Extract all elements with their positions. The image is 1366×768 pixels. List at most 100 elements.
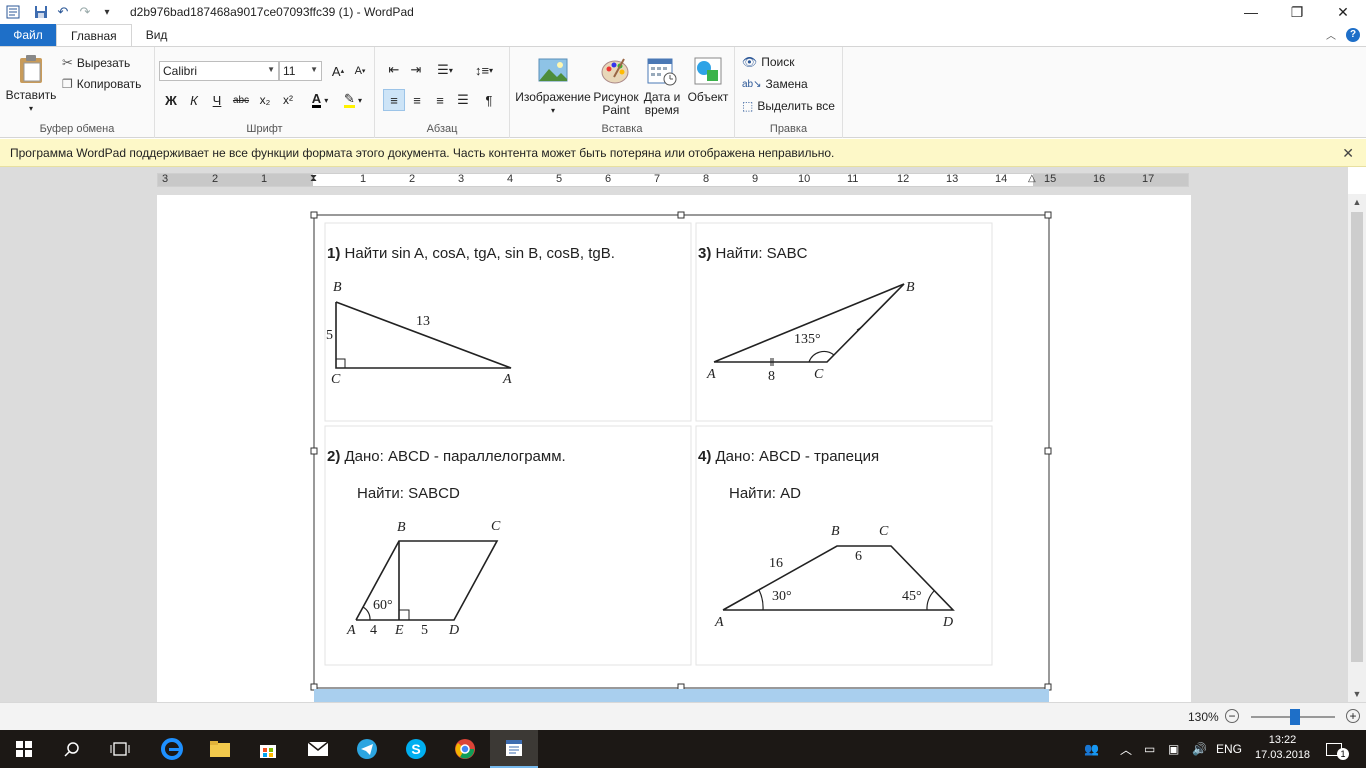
- superscript-icon[interactable]: x²: [277, 89, 299, 111]
- volume-icon[interactable]: 🔊: [1192, 730, 1207, 768]
- zoom-slider-thumb[interactable]: [1290, 709, 1300, 725]
- taskbar: S 👥 ︿ ▭ ▣ 🔊 ENG 13:22 17.03.2018 1: [0, 730, 1366, 768]
- calendar-icon: [647, 58, 677, 86]
- ruler-tick: 11: [847, 173, 859, 185]
- ruler-tick: 10: [798, 173, 811, 185]
- embedded-worksheet-image[interactable]: [157, 195, 1191, 702]
- ruler-tick: 8: [703, 173, 710, 185]
- action-center-icon[interactable]: 1: [1326, 730, 1349, 768]
- tab-file[interactable]: Файл: [0, 24, 56, 46]
- people-icon[interactable]: 👥: [1084, 730, 1099, 768]
- collapse-ribbon-icon[interactable]: ︿: [1326, 27, 1336, 42]
- ruler-tick: 13: [946, 173, 959, 185]
- bold-button[interactable]: Ж: [160, 89, 182, 111]
- scissors-icon: ✂: [62, 55, 73, 70]
- replace-button[interactable]: ab↘ Замена: [742, 77, 808, 91]
- document-area: 3 2 1 ⧗ 1 2 3 4 5 6 7 8 9 10 11 12 13 14…: [0, 167, 1348, 702]
- wordpad-app-icon[interactable]: [4, 3, 22, 21]
- ruler[interactable]: 3 2 1 ⧗ 1 2 3 4 5 6 7 8 9 10 11 12 13 14…: [157, 173, 1189, 187]
- font-color-icon[interactable]: A ▾: [305, 89, 335, 111]
- t3-label-angle: 135°: [794, 332, 821, 347]
- paragraph-settings-icon[interactable]: ¶: [478, 89, 500, 111]
- network-icon[interactable]: ▣: [1168, 730, 1179, 768]
- insert-image-button[interactable]: Изображение ▾: [514, 55, 592, 117]
- minimize-button[interactable]: —: [1228, 0, 1274, 24]
- document-page[interactable]: 1) Найти sin A, cosA, tgA, sin B, cosB, …: [157, 195, 1191, 702]
- select-all-button[interactable]: ⬚ Выделить все: [742, 99, 835, 113]
- paint-drawing-button[interactable]: Рисунок Paint: [593, 55, 639, 117]
- italic-button[interactable]: К: [183, 89, 205, 111]
- clock[interactable]: 13:22 17.03.2018: [1255, 733, 1310, 763]
- scroll-thumb[interactable]: [1351, 212, 1363, 662]
- t1-label-hyp: 13: [416, 314, 430, 329]
- ruler-tick: 2: [212, 173, 219, 185]
- store-icon[interactable]: [244, 730, 292, 768]
- mail-icon[interactable]: [294, 730, 342, 768]
- status-bar: 130% − +: [0, 702, 1366, 730]
- tab-home[interactable]: Главная: [56, 24, 132, 46]
- object-icon: [694, 57, 722, 85]
- find-button[interactable]: 👁 Поиск: [742, 55, 795, 69]
- grow-font-icon[interactable]: A ▴: [327, 60, 349, 82]
- task2-heading: 2) Дано: ABCD - параллелограмм.: [327, 448, 566, 465]
- increase-indent-icon[interactable]: ⇥: [405, 59, 427, 81]
- right-indent-marker-icon[interactable]: △: [1028, 173, 1036, 184]
- task-view-icon[interactable]: [96, 730, 144, 768]
- help-icon[interactable]: ?: [1346, 27, 1360, 42]
- justify-icon[interactable]: ☰: [452, 89, 474, 111]
- font-family-select[interactable]: Calibri ▼: [159, 61, 279, 81]
- shrink-font-icon[interactable]: A ▾: [349, 60, 371, 82]
- insert-object-button[interactable]: Объект: [686, 55, 730, 104]
- notification-count: 1: [1337, 748, 1349, 760]
- scroll-up-icon[interactable]: ▲: [1348, 194, 1366, 210]
- start-icon[interactable]: [0, 730, 48, 768]
- line-spacing-icon[interactable]: ↕≡ ▾: [469, 59, 499, 81]
- close-button[interactable]: ✕: [1320, 0, 1366, 24]
- vertical-scrollbar[interactable]: ▲ ▼: [1348, 194, 1366, 702]
- file-explorer-icon[interactable]: [196, 730, 244, 768]
- t2-label-e: E: [395, 623, 404, 638]
- title-bar: ↶ ↷ ▾ d2b976bad187468a9017ce07093ffc39 (…: [0, 0, 1366, 24]
- align-center-icon[interactable]: ≡: [406, 89, 428, 111]
- chrome-icon[interactable]: [441, 730, 489, 768]
- paint-palette-icon: [601, 58, 629, 84]
- left-indent-marker-icon[interactable]: ⧗: [310, 173, 317, 184]
- wordpad-taskbar-icon[interactable]: [490, 730, 538, 768]
- cut-button[interactable]: ✂ Вырезать: [62, 55, 130, 71]
- skype-icon[interactable]: S: [392, 730, 440, 768]
- clipboard-group: Вставить ▾ ✂ Вырезать ❐ Копировать Буфер…: [0, 47, 155, 138]
- maximize-button[interactable]: ❐: [1274, 0, 1320, 24]
- redo-icon[interactable]: ↷: [76, 3, 94, 21]
- tab-view[interactable]: Вид: [132, 24, 182, 46]
- underline-button[interactable]: Ч: [206, 89, 228, 111]
- decrease-indent-icon[interactable]: ⇤: [383, 59, 405, 81]
- battery-icon[interactable]: ▭: [1144, 730, 1155, 768]
- zoom-out-icon[interactable]: −: [1225, 709, 1239, 723]
- ribbon-tabs: Файл Главная Вид ︿ ?: [0, 24, 1366, 46]
- edge-icon[interactable]: [148, 730, 196, 768]
- telegram-icon[interactable]: [343, 730, 391, 768]
- align-right-icon[interactable]: ≡: [429, 89, 451, 111]
- highlight-icon[interactable]: ✎ ▾: [338, 89, 368, 111]
- date-time-button[interactable]: Дата и время: [640, 55, 684, 117]
- subscript-icon[interactable]: x₂: [254, 89, 276, 111]
- bullets-icon[interactable]: ☰ ▾: [430, 59, 460, 81]
- paste-button[interactable]: Вставить ▾: [6, 53, 56, 115]
- save-icon[interactable]: [32, 3, 50, 21]
- tray-chevron-icon[interactable]: ︿: [1120, 730, 1132, 768]
- t2-label-c: C: [491, 519, 501, 534]
- close-notice-icon[interactable]: ✕: [1342, 145, 1354, 162]
- zoom-in-icon[interactable]: +: [1346, 709, 1360, 723]
- strikethrough-button[interactable]: abc: [230, 89, 252, 111]
- align-left-icon[interactable]: ≡: [383, 89, 405, 111]
- search-icon[interactable]: [48, 730, 96, 768]
- language-indicator[interactable]: ENG: [1216, 730, 1242, 768]
- ruler-tick: 3: [458, 173, 465, 185]
- task4-heading: 4) Дано: ABCD - трапеция: [698, 448, 880, 465]
- copy-button[interactable]: ❐ Копировать: [62, 77, 141, 91]
- t2-label-b: B: [397, 520, 406, 535]
- scroll-down-icon[interactable]: ▼: [1348, 686, 1366, 702]
- customize-qat-icon[interactable]: ▾: [98, 3, 116, 21]
- undo-icon[interactable]: ↶: [54, 3, 72, 21]
- font-size-select[interactable]: 11 ▼: [279, 61, 322, 81]
